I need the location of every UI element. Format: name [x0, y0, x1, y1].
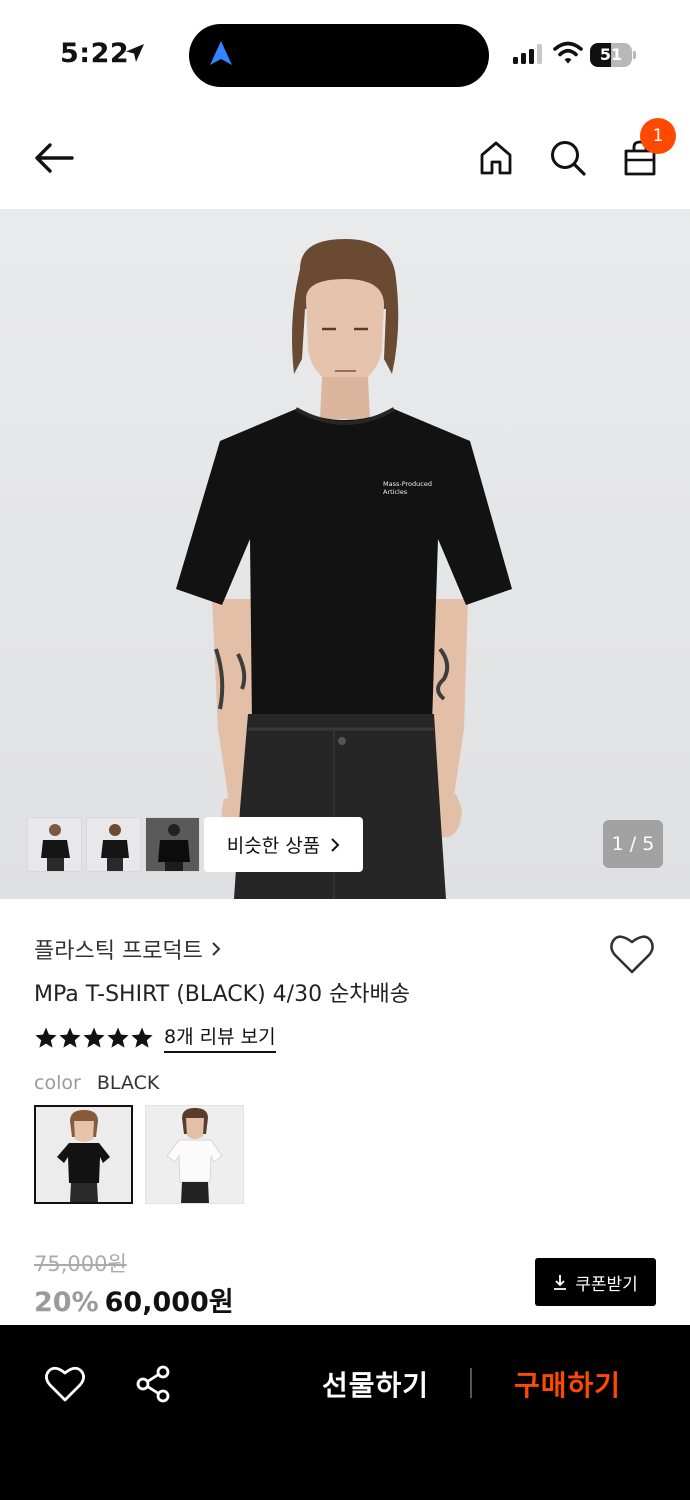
similar-products-label: 비슷한 상품	[226, 835, 321, 857]
brand-link[interactable]: 플라스틱 프로덕트	[34, 933, 221, 965]
status-time: 5:22	[60, 38, 130, 69]
original-price: 75,000원	[34, 1252, 127, 1276]
battery-percent: 51	[599, 45, 623, 64]
gallery-thumbnail-1[interactable]	[27, 817, 82, 872]
bottom-action-bar: 선물하기 구매하기	[0, 1325, 690, 1500]
gift-button[interactable]: 선물하기	[322, 1364, 429, 1404]
download-icon	[554, 1275, 567, 1290]
battery-indicator: 51	[590, 43, 636, 67]
share-icon	[136, 1365, 170, 1403]
discount-rate: 20%	[34, 1287, 99, 1318]
bottom-bar-divider	[470, 1368, 472, 1398]
dynamic-island	[189, 24, 489, 87]
share-button[interactable]	[134, 1364, 174, 1404]
wifi-icon	[553, 41, 583, 64]
gallery-thumbnails	[27, 817, 200, 872]
sale-price: 60,000원	[104, 1287, 234, 1318]
top-nav-bar	[0, 110, 690, 206]
buy-button[interactable]: 구매하기	[514, 1364, 621, 1404]
color-swatch-black[interactable]	[34, 1105, 133, 1204]
star-icon	[107, 1027, 129, 1048]
wishlist-heart-button[interactable]	[608, 932, 656, 976]
star-icon	[131, 1027, 153, 1048]
shirt-print-line-2: Articles	[383, 488, 408, 496]
selected-color-value: BLACK	[96, 1072, 160, 1094]
chevron-right-icon	[212, 942, 221, 956]
star-rating	[34, 1026, 154, 1050]
gallery-thumbnail-2[interactable]	[86, 817, 141, 872]
color-swatches	[34, 1105, 244, 1204]
reviews-link[interactable]: 8개 리뷰 보기	[164, 1022, 276, 1053]
color-option-row: color BLACK	[34, 1072, 159, 1094]
heart-icon	[45, 1366, 85, 1402]
coupon-label: 쿠폰받기	[575, 1274, 638, 1295]
status-bar: 5:22 51	[0, 0, 690, 100]
product-photo: Mass-Produced Articles	[176, 239, 512, 899]
location-arrow-icon	[126, 44, 144, 62]
back-arrow-icon	[35, 143, 74, 173]
brand-name: 플라스틱 프로덕트	[34, 939, 203, 964]
chevron-right-icon	[331, 837, 340, 852]
cart-count-badge: 1	[640, 118, 676, 154]
bottom-wishlist-button[interactable]	[44, 1364, 86, 1406]
shirt-print-line-1: Mass-Produced	[383, 480, 432, 488]
similar-products-button[interactable]: 비슷한 상품	[204, 817, 363, 872]
home-button[interactable]	[472, 134, 520, 182]
product-image-gallery[interactable]: Mass-Produced Articles 비슷한 상품 1 / 5	[0, 209, 690, 899]
rating-row: 8개 리뷰 보기	[34, 1022, 276, 1053]
coupon-download-button[interactable]: 쿠폰받기	[535, 1258, 656, 1306]
search-button[interactable]	[544, 134, 592, 182]
heart-icon	[610, 935, 654, 974]
star-icon	[59, 1027, 81, 1048]
cellular-signal-icon	[513, 44, 542, 64]
star-icon	[83, 1027, 105, 1048]
product-title: MPa T-SHIRT (BLACK) 4/30 순차배송	[34, 982, 411, 1007]
search-icon	[551, 141, 586, 176]
image-page-indicator: 1 / 5	[603, 820, 663, 868]
price-row: 20% 60,000원	[34, 1280, 234, 1319]
navigation-arrow-icon	[210, 41, 232, 65]
gallery-thumbnail-3[interactable]	[145, 817, 200, 872]
back-button[interactable]	[30, 134, 78, 182]
color-swatch-white[interactable]	[145, 1105, 244, 1204]
color-label: color	[34, 1072, 81, 1094]
home-icon	[480, 141, 512, 175]
star-icon	[35, 1027, 57, 1048]
